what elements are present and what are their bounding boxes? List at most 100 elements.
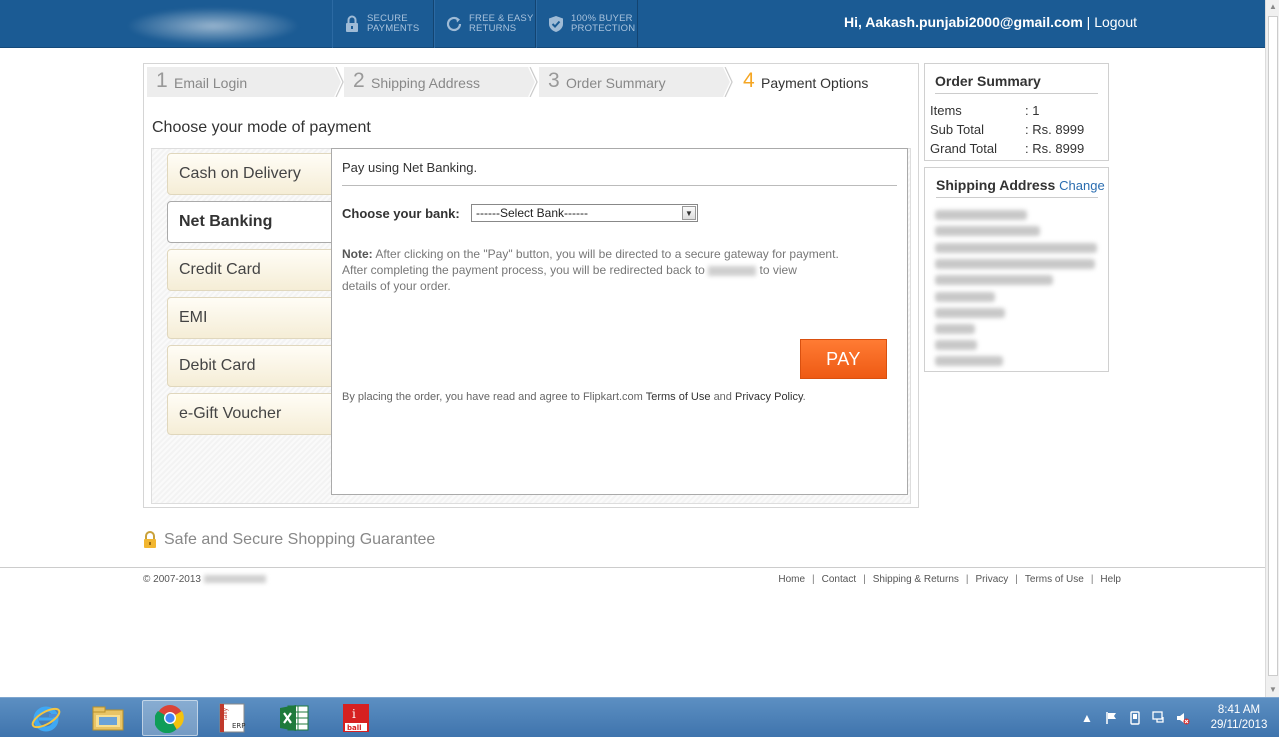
summary-key: Items [930,103,962,118]
chevron-down-icon[interactable]: ▼ [682,206,696,220]
footer-link-home[interactable]: Home [778,574,805,585]
step-payment-options: 4 Payment Options [734,67,917,97]
show-hidden-icons-icon[interactable]: ▲ [1080,711,1094,725]
tab-cash-on-delivery[interactable]: Cash on Delivery [167,153,333,195]
network-icon[interactable] [1152,711,1166,725]
bank-select-value: ------Select Bank------ [476,206,588,220]
order-summary-title: Order Summary [935,73,1041,89]
user-greeting: Hi, Aakash.punjabi2000@gmail.com | Logou… [844,14,1137,30]
terms-agreement: By placing the order, you have read and … [342,391,806,403]
footer-separator: | [863,574,866,585]
note-text-1: After clicking on the "Pay" button, you … [375,247,839,261]
refresh-icon [445,15,463,33]
tab-net-banking[interactable]: Net Banking [167,201,333,243]
browser-viewport: SECURE PAYMENTS FREE & EASY RETURNS 100% B… [0,0,1265,697]
vertical-scrollbar[interactable]: ▲ ▼ [1265,0,1279,697]
scroll-up-icon[interactable]: ▲ [1266,0,1279,14]
excel-icon[interactable] [266,700,322,736]
divider [936,197,1098,198]
summary-key: Sub Total [930,122,984,137]
step-order-summary[interactable]: 3 Order Summary [539,67,725,97]
lock-icon [343,15,361,33]
step-number: 1 [156,69,168,92]
file-explorer-icon[interactable] [80,700,136,736]
payment-note: Note: After clicking on the "Pay" button… [342,246,892,294]
step-chevron-icon [331,67,344,97]
scroll-down-icon[interactable]: ▼ [1266,683,1279,697]
step-email-login[interactable]: 1 Email Login [147,67,337,97]
system-clock[interactable]: 8:41 AM 29/11/2013 [1199,703,1279,733]
volume-muted-icon[interactable] [1176,711,1190,725]
greeting-text: Hi, Aakash.punjabi2000@gmail.com [844,14,1083,30]
footer-separator: | [965,574,969,585]
iball-icon[interactable]: i ball [328,700,384,736]
step-label: Email Login [174,75,248,91]
secure-payments-badge: SECURE PAYMENTS [332,0,434,48]
logout-link[interactable]: Logout [1094,14,1137,30]
shipping-address-title: Shipping Address Change [936,177,1105,193]
note-text-2: After completing the payment process, yo… [342,263,705,277]
copyright: © 2007-2013 [143,574,266,585]
footer-link-privacy[interactable]: Privacy [976,574,1009,585]
clock-date: 29/11/2013 [1210,719,1268,731]
footer-link-terms[interactable]: Terms of Use [1025,574,1084,585]
site-header: SECURE PAYMENTS FREE & EASY RETURNS 100% B… [0,0,1265,48]
tally-erp-icon[interactable]: Tally ERP [204,700,260,736]
step-chevron-icon [720,67,733,97]
summary-key: Grand Total [930,141,997,156]
device-icon[interactable] [1128,711,1142,725]
summary-value: : Rs. 8999 [1025,141,1085,156]
note-label: Note: [342,247,373,261]
shipping-title-text: Shipping Address [936,177,1056,193]
badge-line2: PROTECTION [571,23,636,34]
step-number: 2 [353,69,365,92]
footer-links: Home | Contact | Shipping & Returns | Privacy |… [778,574,1121,585]
step-number: 4 [743,69,755,92]
payment-mode-heading: Choose your mode of payment [152,119,371,136]
terms-of-use-link[interactable]: Terms of Use [646,391,711,403]
tab-debit-card[interactable]: Debit Card [167,345,333,387]
shipping-address-box: Shipping Address Change [924,167,1109,372]
footer-link-help[interactable]: Help [1100,574,1121,585]
footer-separator: | [1015,574,1018,585]
footer-separator: | [1090,574,1094,585]
step-number: 3 [548,69,560,92]
agree-text: By placing the order, you have read and … [342,391,643,403]
pay-button[interactable]: PAY [800,339,887,379]
period-text: . [802,391,806,403]
windows-taskbar: Tally ERP i ball ▲ 8:41 AM 29/11/2013 [0,697,1279,737]
privacy-policy-link[interactable]: Privacy Policy [735,391,803,403]
bank-select[interactable]: ------Select Bank------ ▼ [471,204,698,222]
internet-explorer-icon[interactable] [18,700,74,736]
tab-credit-card[interactable]: Credit Card [167,249,333,291]
net-banking-panel: Pay using Net Banking. Choose your bank:… [331,148,908,495]
site-logo[interactable] [128,8,298,44]
scrollbar-thumb[interactable] [1268,16,1278,676]
blurred-site-name [203,575,266,584]
tab-e-gift-voucher[interactable]: e-Gift Voucher [167,393,333,435]
action-center-flag-icon[interactable] [1104,711,1118,725]
step-label: Payment Options [761,75,869,91]
order-summary-box: Order Summary Items : 1 Sub Total : Rs. … [924,63,1109,161]
step-label: Order Summary [566,75,666,91]
tab-emi[interactable]: EMI [167,297,333,339]
note-text-4: details of your order. [342,279,451,293]
svg-text:ball: ball [347,724,362,732]
summary-value: : Rs. 8999 [1025,122,1085,137]
chrome-icon[interactable] [142,700,198,736]
footer-link-contact[interactable]: Contact [822,574,856,585]
secure-shopping-guarantee: Safe and Secure Shopping Guarantee [143,531,435,549]
footer-link-shipping-returns[interactable]: Shipping & Returns [873,574,959,585]
checkout-panel: 1 Email Login 2 Shipping Address 3 Order… [143,63,919,508]
copyright-text: © 2007-2013 [143,574,201,585]
step-shipping-address[interactable]: 2 Shipping Address [344,67,529,97]
free-returns-badge: FREE & EASY RETURNS [434,0,536,48]
system-tray: ▲ 8:41 AM 29/11/2013 [1075,698,1279,738]
change-address-link[interactable]: Change [1059,178,1105,193]
step-label: Shipping Address [371,75,480,91]
checkout-steps: 1 Email Login 2 Shipping Address 3 Order… [147,67,917,97]
shield-check-icon [547,15,565,33]
payment-area: Cash on Delivery Net Banking Credit Card… [151,148,911,504]
divider [342,185,897,186]
choose-bank-label: Choose your bank: [342,206,460,221]
